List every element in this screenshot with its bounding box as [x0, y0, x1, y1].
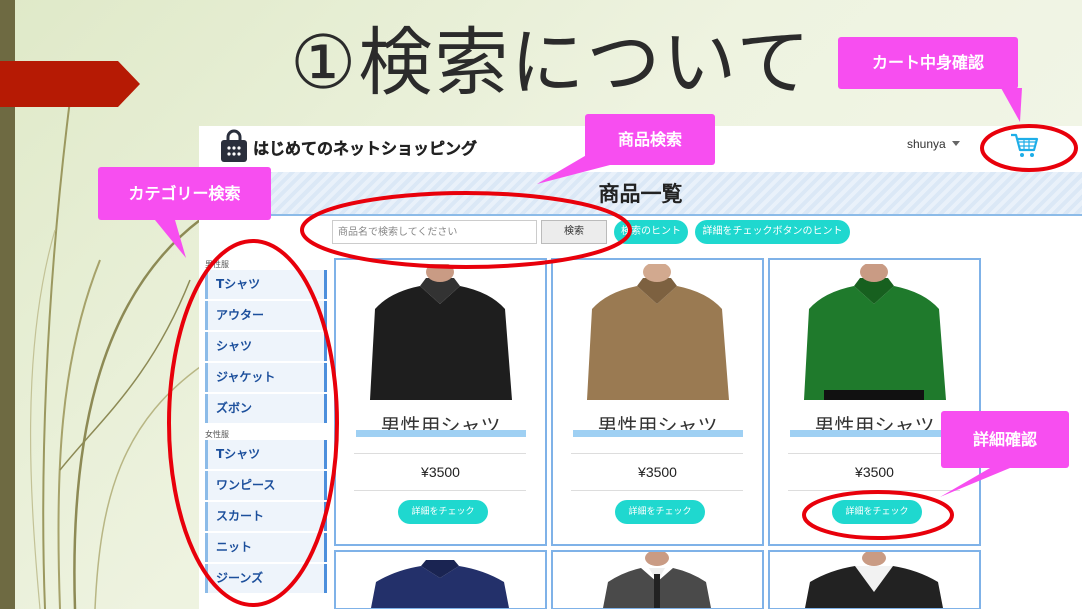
divider	[788, 453, 960, 454]
category-women-skirt[interactable]: スカート	[205, 502, 327, 531]
product-card[interactable]: 男性用シャツ ¥3500 詳細をチェック	[334, 258, 547, 546]
search-button[interactable]: 検索	[541, 220, 607, 244]
product-photo	[370, 264, 512, 400]
product-photo	[804, 264, 946, 400]
product-card[interactable]	[334, 550, 547, 609]
detail-button[interactable]: 詳細をチェック	[615, 500, 705, 524]
product-card[interactable]: 男性用シャツ ¥3500 詳細をチェック	[551, 258, 764, 546]
divider	[571, 453, 743, 454]
name-underline	[573, 430, 743, 437]
page-heading-banner: 商品一覧	[199, 172, 1082, 216]
detail-hint-button[interactable]: 詳細をチェックボタンのヒント	[695, 220, 850, 244]
name-underline	[790, 430, 960, 437]
category-women-knit[interactable]: ニット	[205, 533, 327, 562]
category-men-pants[interactable]: ズボン	[205, 394, 327, 423]
product-photo	[603, 550, 711, 608]
divider	[788, 490, 960, 491]
divider	[571, 490, 743, 491]
callout-detail: 詳細確認	[941, 411, 1069, 468]
product-card[interactable]	[768, 550, 981, 609]
category-men-jacket[interactable]: ジャケット	[205, 363, 327, 392]
category-callout-pointer	[155, 220, 186, 258]
search-input[interactable]: 商品名で検索してください	[332, 220, 537, 244]
user-name: shunya	[907, 137, 946, 151]
divider	[354, 453, 526, 454]
shop-app: はじめてのネットショッピング shunya 商品一覧 商品名で検索してください …	[199, 126, 1082, 609]
callout-cart: カート中身確認	[838, 37, 1018, 89]
user-menu[interactable]: shunya	[907, 137, 960, 151]
category-heading-men: 男性服	[205, 260, 229, 269]
product-photo	[371, 560, 509, 608]
category-men-tshirt[interactable]: Tシャツ	[205, 270, 327, 299]
category-men-outer[interactable]: アウター	[205, 301, 327, 330]
category-men-shirt[interactable]: シャツ	[205, 332, 327, 361]
cart-callout-pointer	[1001, 88, 1022, 122]
callout-search: 商品検索	[585, 114, 715, 165]
cart-icon[interactable]	[1009, 130, 1039, 160]
detail-button[interactable]: 詳細をチェック	[832, 500, 922, 524]
caret-down-icon	[951, 141, 960, 146]
red-arrow-decoration	[0, 61, 140, 107]
product-price: ¥3500	[638, 464, 677, 480]
product-card[interactable]: 男性用シャツ ¥3500 詳細をチェック	[768, 258, 981, 546]
search-hint-button[interactable]: 検索のヒント	[614, 220, 688, 244]
slide-title: ①検索について	[290, 20, 813, 106]
detail-button[interactable]: 詳細をチェック	[398, 500, 488, 524]
category-women-tshirt[interactable]: Tシャツ	[205, 440, 327, 469]
category-heading-women: 女性服	[205, 430, 229, 439]
product-card[interactable]	[551, 550, 764, 609]
product-photo	[587, 264, 729, 400]
callout-category: カテゴリー検索	[98, 167, 271, 220]
category-women-jeans[interactable]: ジーンズ	[205, 564, 327, 593]
divider	[354, 490, 526, 491]
brand-name[interactable]: はじめてのネットショッピング	[253, 135, 477, 159]
name-underline	[356, 430, 526, 437]
page-heading: 商品一覧	[598, 182, 683, 206]
product-price: ¥3500	[421, 464, 460, 480]
product-photo	[805, 550, 943, 608]
category-women-onepiece[interactable]: ワンピース	[205, 471, 327, 500]
shopping-bag-icon	[221, 129, 247, 162]
